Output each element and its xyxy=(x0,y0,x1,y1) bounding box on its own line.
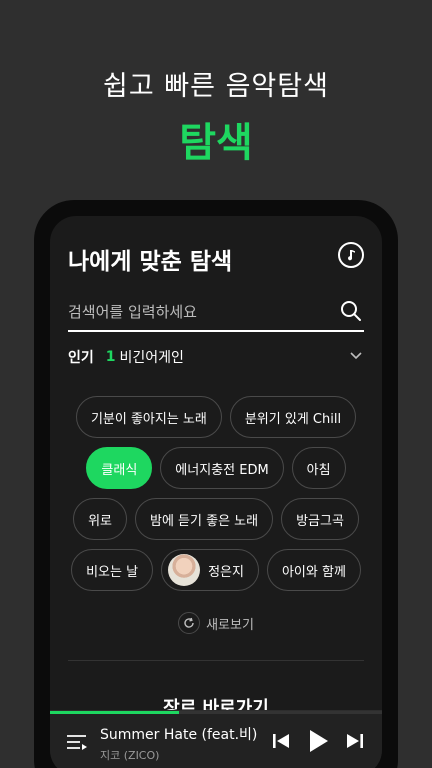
keyword-chip-selected[interactable]: 클래식 xyxy=(86,447,153,489)
artist-avatar xyxy=(168,554,201,586)
popular-label: 인기 xyxy=(68,350,94,366)
keyword-chip[interactable]: 기분이 좋아지는 노래 xyxy=(75,396,222,438)
keyword-chip[interactable]: 비오는 날 xyxy=(71,549,154,591)
divider xyxy=(68,660,364,661)
progress-track xyxy=(50,711,382,714)
app-screen: 나에게 맞춘 탐색 인기 1 비긴어게인 기분이 좋아지는 노래 분위기 있게 … xyxy=(50,216,382,768)
keyword-chip[interactable]: 아이와 함께 xyxy=(266,549,361,591)
keyword-chip[interactable]: 분위기 있게 Chill xyxy=(229,396,357,438)
refresh-button[interactable]: 새로보기 xyxy=(50,612,382,634)
chip-row: 기분이 좋아지는 노래 분위기 있게 Chill xyxy=(50,396,382,438)
page-title: 나에게 맞춘 탐색 xyxy=(68,249,233,275)
music-note-icon xyxy=(348,250,355,261)
search-icon[interactable] xyxy=(340,300,362,322)
refresh-label: 새로보기 xyxy=(206,617,254,633)
keyword-chip[interactable]: 밤에 듣기 좋은 노래 xyxy=(135,498,274,540)
music-recognition-button[interactable] xyxy=(338,242,364,268)
search-bar xyxy=(68,294,364,332)
previous-icon[interactable] xyxy=(270,729,292,753)
search-input[interactable] xyxy=(68,294,328,330)
mini-player[interactable]: Summer Hate (feat.비) 지코 (ZICO) xyxy=(50,710,382,768)
refresh-icon xyxy=(178,612,201,634)
keyword-chip[interactable]: 아침 xyxy=(291,447,346,489)
keyword-chip[interactable]: 방금그곡 xyxy=(281,498,359,540)
keyword-chip[interactable]: 위로 xyxy=(73,498,127,540)
popular-keyword-ticker[interactable]: 인기 1 비긴어게인 xyxy=(68,346,364,368)
artist-chip-label: 정은지 xyxy=(208,564,244,580)
progress-fill xyxy=(50,711,180,714)
promo-title: 탐색 xyxy=(179,120,253,166)
chevron-down-icon[interactable] xyxy=(348,348,364,364)
popular-rank: 1 xyxy=(105,349,116,365)
track-artist: 지코 (ZICO) xyxy=(100,749,160,762)
chip-row: 비오는 날 정은지 아이와 함께 xyxy=(50,549,382,591)
next-icon[interactable] xyxy=(344,729,366,753)
play-icon[interactable] xyxy=(306,728,330,754)
queue-icon[interactable] xyxy=(66,733,88,751)
artist-chip[interactable]: 정은지 xyxy=(161,549,259,591)
track-title[interactable]: Summer Hate (feat.비) xyxy=(100,724,257,744)
chip-row: 위로 밤에 듣기 좋은 노래 방금그곡 xyxy=(50,498,382,540)
keyword-chip[interactable]: 에너지충전 EDM xyxy=(160,447,284,489)
promo-subtitle: 쉽고 빠른 음악탐색 xyxy=(103,71,329,102)
chip-row: 클래식 에너지충전 EDM 아침 xyxy=(50,447,382,489)
keyword-chips: 기분이 좋아지는 노래 분위기 있게 Chill 클래식 에너지충전 EDM 아… xyxy=(50,396,382,600)
popular-keyword[interactable]: 비긴어게인 xyxy=(120,347,184,367)
